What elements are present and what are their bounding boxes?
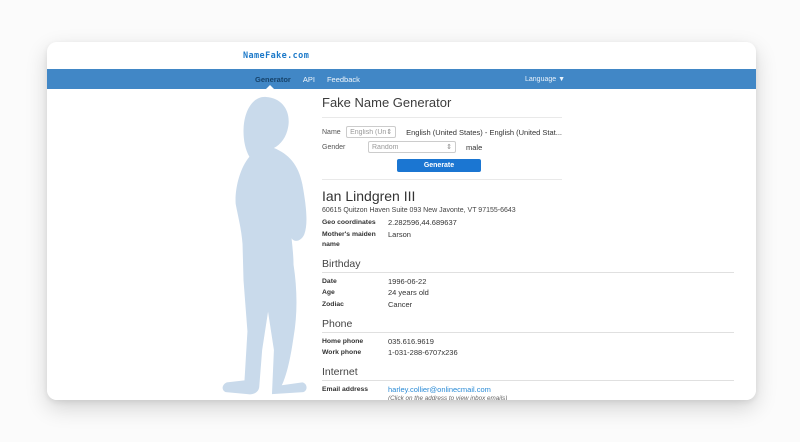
birth-date-value: 1996-06-22 [388,276,427,286]
geo-coordinates-value: 2.282596,44.689637 [388,218,457,227]
main-content: Fake Name Generator Name English (United… [322,91,734,400]
email-label: Email address [322,385,369,393]
home-phone-label: Home phone [322,337,364,345]
email-row: Email address harley.collier@onlinecmail… [322,384,734,396]
email-note: (Click on the address to view inbox emai… [388,395,508,400]
age-label: Age [322,289,335,297]
screen-background: NameFake.com Generator API Feedback Lang… [0,0,800,442]
name-select-value: English (United State [350,128,387,136]
zodiac-value: Cancer [388,299,413,309]
generate-button[interactable]: Generate [397,159,481,172]
gender-selected-text: male [466,142,483,152]
thinking-man-silhouette [222,96,307,395]
person-address: 60615 Quitzon Haven Suite 093 New Javont… [322,207,516,214]
page-title: Fake Name Generator [322,95,452,110]
zodiac-label: Zodiac [322,300,344,308]
birth-date-row: Date 1996-06-22 [322,276,734,288]
gender-form-row: Gender Random ⇕ male [322,141,562,153]
maiden-name-label: Mother's maiden name [322,230,376,249]
geo-coordinates-row: Geo coordinates 2.282596,44.689637 [322,217,734,229]
gender-select-value: Random [372,143,399,151]
work-phone-row: Work phone 1-031-288-6707x236 [322,347,734,359]
work-phone-label: Work phone [322,349,362,357]
email-link[interactable]: harley.collier@onlinecmail.com [388,385,491,394]
section-birthday: Birthday [322,258,734,273]
nav-item-feedback[interactable]: Feedback [327,75,360,84]
name-form-row: Name English (United State ⇕ English (Un… [322,126,562,138]
home-phone-row: Home phone 035.616.9619 [322,336,734,348]
select-stepper-icon: ⇕ [386,128,393,136]
browser-card: NameFake.com Generator API Feedback Lang… [47,42,756,400]
gender-label: Gender [322,143,346,151]
gender-select[interactable]: Random ⇕ [368,141,456,153]
main-nav: Generator API Feedback Language ▼ [47,69,756,89]
generator-form: Name English (United State ⇕ English (Un… [322,117,562,180]
section-phone: Phone [322,318,734,333]
maiden-name-row: Mother's maiden name Larson [322,229,734,251]
section-internet: Internet [322,366,734,381]
home-phone-value: 035.616.9619 [388,336,434,346]
nav-item-api[interactable]: API [303,75,315,84]
page-body: Fake Name Generator Name English (United… [47,89,756,400]
work-phone-value: 1-031-288-6707x236 [388,348,458,358]
nav-item-generator[interactable]: Generator [255,75,291,84]
name-select[interactable]: English (United State ⇕ [346,126,397,138]
geo-coordinates-label: Geo coordinates [322,219,376,226]
zodiac-row: Zodiac Cancer [322,299,734,311]
age-row: Age 24 years old [322,287,734,299]
age-value: 24 years old [388,288,429,298]
site-header: NameFake.com [47,42,756,69]
birth-date-label: Date [322,277,337,285]
maiden-name-value: Larson [388,229,411,239]
name-selected-text: English (United States) - English (Unite… [406,127,562,137]
select-stepper-icon: ⇕ [446,143,452,151]
person-full-name: Ian Lindgren III [322,188,416,204]
site-logo[interactable]: NameFake.com [243,51,309,61]
language-dropdown[interactable]: Language ▼ [525,76,565,83]
name-label: Name [322,128,341,136]
